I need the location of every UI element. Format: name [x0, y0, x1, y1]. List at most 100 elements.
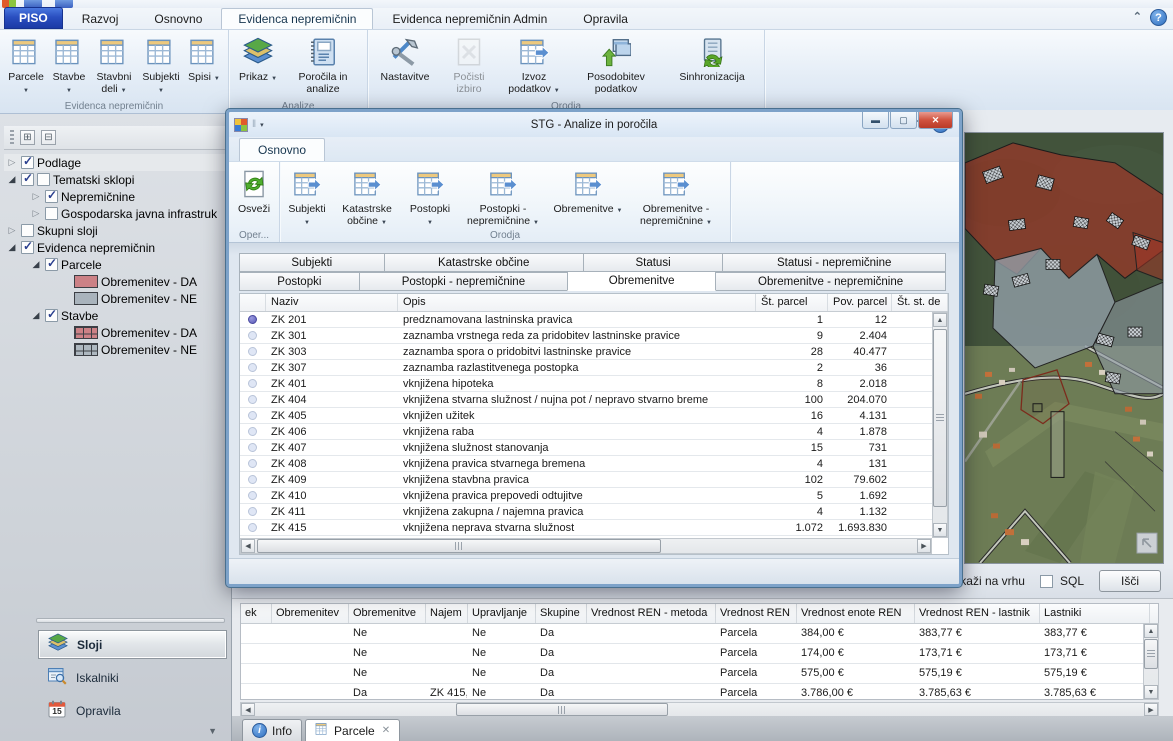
ribbon-tab-evidenca-nepremicnin-admin[interactable]: Evidenca nepremičnin Admin [375, 8, 564, 29]
search-button[interactable]: Išči [1099, 570, 1161, 592]
ribbon-button-spisi[interactable]: Spisi ▼ [184, 33, 224, 89]
results-row[interactable]: DaZK 415, ZK 415NeDaParcela3.786,00 €3.7… [241, 684, 1158, 700]
expander-closed-icon[interactable]: ▷ [6, 225, 18, 236]
ribbon-button-obremenitve[interactable]: Obremenitve ▼ [550, 165, 626, 221]
column-header-vrednost-ren-metoda[interactable]: Vrednost REN - metoda [587, 604, 716, 623]
tree-item-obremenitev-ne[interactable]: Obremenitev - NE [4, 341, 229, 358]
view-tab-katastrske-obcine[interactable]: Katastrske občine [384, 253, 584, 272]
sidebar-nav-opravila[interactable]: 15Opravila [38, 696, 227, 725]
scroll-left-button[interactable]: ◀ [241, 703, 255, 716]
ribbon-button-osvezi[interactable]: Osveži [233, 165, 275, 219]
maximize-button[interactable]: ▢ [890, 112, 917, 129]
tree-checkbox[interactable] [45, 190, 58, 203]
ribbon-button-subjekti[interactable]: Subjekti ▼ [284, 165, 330, 232]
view-tab-postopki[interactable]: Postopki [239, 272, 360, 291]
view-tab-postopki-nepremicnine[interactable]: Postopki - nepremičnine [359, 272, 568, 291]
view-tab-subjekti[interactable]: Subjekti [239, 253, 385, 272]
tree-item-obremenitev-ne[interactable]: Obremenitev - NE [4, 290, 229, 307]
scroll-down-button[interactable]: ▼ [933, 523, 947, 537]
table-row[interactable]: ZK 406vknjižena raba41.878 [240, 424, 948, 440]
column-header-lastniki[interactable]: Lastniki [1040, 604, 1150, 623]
ribbon-button-katastrske-obcine[interactable]: Katastrske občine ▼ [330, 165, 404, 232]
results-row[interactable]: NeNeDaParcela384,00 €383,77 €383,77 €OBČ… [241, 624, 1158, 644]
ribbon-tab-piso[interactable]: PISO [4, 7, 63, 29]
column-header-najem[interactable]: Najem [426, 604, 468, 623]
dialog-tab-osnovno[interactable]: Osnovno [239, 138, 325, 161]
ribbon-button-stavbe[interactable]: Stavbe ▼ [48, 33, 90, 100]
column-header-obremenitev[interactable]: Obremenitev [272, 604, 349, 623]
column-header-pov-parcel[interactable]: Pov. parcel [828, 294, 892, 311]
close-button[interactable]: ✕ [918, 112, 953, 129]
expander-open-icon[interactable]: ◢ [6, 174, 18, 185]
tree-item-nepremicnine[interactable]: ▷Nepremičnine [4, 188, 229, 205]
scroll-up-button[interactable]: ▲ [933, 313, 947, 327]
tree-item-gospodarska-javna-infrastruk[interactable]: ▷Gospodarska javna infrastruk [4, 205, 229, 222]
ribbon-button-subjekti[interactable]: Subjekti ▼ [138, 33, 184, 100]
table-row[interactable]: ZK 303zaznamba spora o pridobitvi lastni… [240, 344, 948, 360]
column-header-vrednost-ren[interactable]: Vrednost REN [716, 604, 797, 623]
dialog-titlebar[interactable]: ‖ ▾ STG - Analize in poročila [229, 112, 959, 137]
results-horizontal-scrollbar[interactable]: ◀ ▶ [240, 702, 1159, 717]
expander-closed-icon[interactable]: ▷ [30, 208, 42, 219]
column-header-naziv[interactable]: Naziv [266, 294, 398, 311]
expand-all-button[interactable]: ⊞ [20, 130, 35, 145]
ribbon-button-izvoz-podatkov[interactable]: Izvoz podatkov ▼ [500, 33, 568, 100]
ribbon-tab-razvoj[interactable]: Razvoj [65, 8, 136, 29]
scrollbar-thumb[interactable] [933, 329, 947, 507]
tree-item-podlage[interactable]: ▷Podlage [4, 154, 229, 171]
sql-checkbox[interactable] [1040, 575, 1053, 588]
results-vertical-scrollbar[interactable]: ▲ ▼ [1143, 623, 1159, 700]
table-row[interactable]: ZK 410vknjižena pravica prepovedi odtuji… [240, 488, 948, 504]
tree-item-stavbe[interactable]: ◢Stavbe [4, 307, 229, 324]
sidebar-nav-sloji[interactable]: Sloji [38, 630, 227, 659]
view-tab-obremenitve[interactable]: Obremenitve [567, 271, 716, 291]
column-header-upravljanje[interactable]: Upravljanje [468, 604, 536, 623]
scroll-up-button[interactable]: ▲ [1144, 624, 1158, 638]
expander-closed-icon[interactable]: ▷ [6, 157, 18, 168]
ribbon-button-parcele[interactable]: Parcele ▼ [4, 33, 48, 100]
results-row[interactable]: NeNeDaParcela575,00 €575,19 €575,19 €OBČ… [241, 664, 1158, 684]
view-tab-statusi-nepremicnine[interactable]: Statusi - nepremičnine [722, 253, 946, 272]
table-row[interactable]: ZK 201predznamovana lastninska pravica11… [240, 312, 948, 328]
column-header-st-st-de[interactable]: Št. st. de [892, 294, 948, 311]
table-row[interactable]: ZK 301zaznamba vrstnega reda za pridobit… [240, 328, 948, 344]
minimize-button[interactable]: ▬ [862, 112, 889, 129]
ribbon-tab-opravila[interactable]: Opravila [566, 8, 645, 29]
ribbon-button-prikaz[interactable]: Prikaz ▼ [233, 33, 283, 89]
tree-item-tematski-sklopi[interactable]: ◢Tematski sklopi [4, 171, 229, 188]
scroll-left-button[interactable]: ◀ [241, 539, 255, 553]
ribbon-button-porocila-in-analize[interactable]: Poročila in analize [283, 33, 363, 98]
minimize-ribbon-icon[interactable]: ⌃ [1133, 12, 1142, 23]
table-row[interactable]: ZK 411vknjižena zakupna / najemna pravic… [240, 504, 948, 520]
close-tab-icon[interactable]: ✕ [382, 725, 390, 736]
ribbon-tab-evidenca-nepremicnin[interactable]: Evidenca nepremičnin [221, 8, 373, 29]
scroll-right-button[interactable]: ▶ [917, 539, 931, 553]
tree-item-parcele[interactable]: ◢Parcele [4, 256, 229, 273]
expander-open-icon[interactable]: ◢ [30, 310, 42, 321]
tree-checkbox[interactable] [45, 258, 58, 271]
scroll-down-button[interactable]: ▼ [1144, 685, 1158, 699]
table-row[interactable]: ZK 409vknjižena stavbna pravica10279.602 [240, 472, 948, 488]
view-tab-statusi[interactable]: Statusi [583, 253, 724, 272]
expander-closed-icon[interactable]: ▷ [30, 191, 42, 202]
scroll-right-button[interactable]: ▶ [1144, 703, 1158, 716]
tree-checkbox[interactable] [45, 309, 58, 322]
table-row[interactable]: ZK 408vknjižena pravica stvarnega bremen… [240, 456, 948, 472]
table-row[interactable]: ZK 401vknjižena hipoteka82.018 [240, 376, 948, 392]
tree-item-obremenitev-da[interactable]: Obremenitev - DA [4, 273, 229, 290]
drag-grip[interactable] [10, 130, 14, 146]
tree-item-skupni-sloji[interactable]: ▷Skupni sloji [4, 222, 229, 239]
sidebar-nav-iskalniki[interactable]: Iskalniki [38, 663, 227, 692]
collapse-buttons-chevron-icon[interactable]: ▼ [208, 726, 217, 736]
table-row[interactable]: ZK 415vknjižena neprava stvarna služnost… [240, 520, 948, 536]
map-canvas[interactable] [964, 132, 1164, 564]
dialog-vertical-scrollbar[interactable]: ▲ ▼ [932, 312, 948, 538]
scrollbar-thumb[interactable] [257, 539, 661, 553]
ribbon-button-posodobitev-podatkov[interactable]: Posodobitev podatkov [568, 33, 664, 98]
column-header-ek[interactable]: ek [241, 604, 272, 623]
panel-splitter[interactable] [36, 618, 225, 623]
ribbon-tab-osnovno[interactable]: Osnovno [137, 8, 219, 29]
tree-item-evidenca-nepremicnin[interactable]: ◢Evidenca nepremičnin [4, 239, 229, 256]
ribbon-button-postopki[interactable]: Postopki ▼ [404, 165, 456, 232]
scrollbar-thumb[interactable] [456, 703, 668, 716]
